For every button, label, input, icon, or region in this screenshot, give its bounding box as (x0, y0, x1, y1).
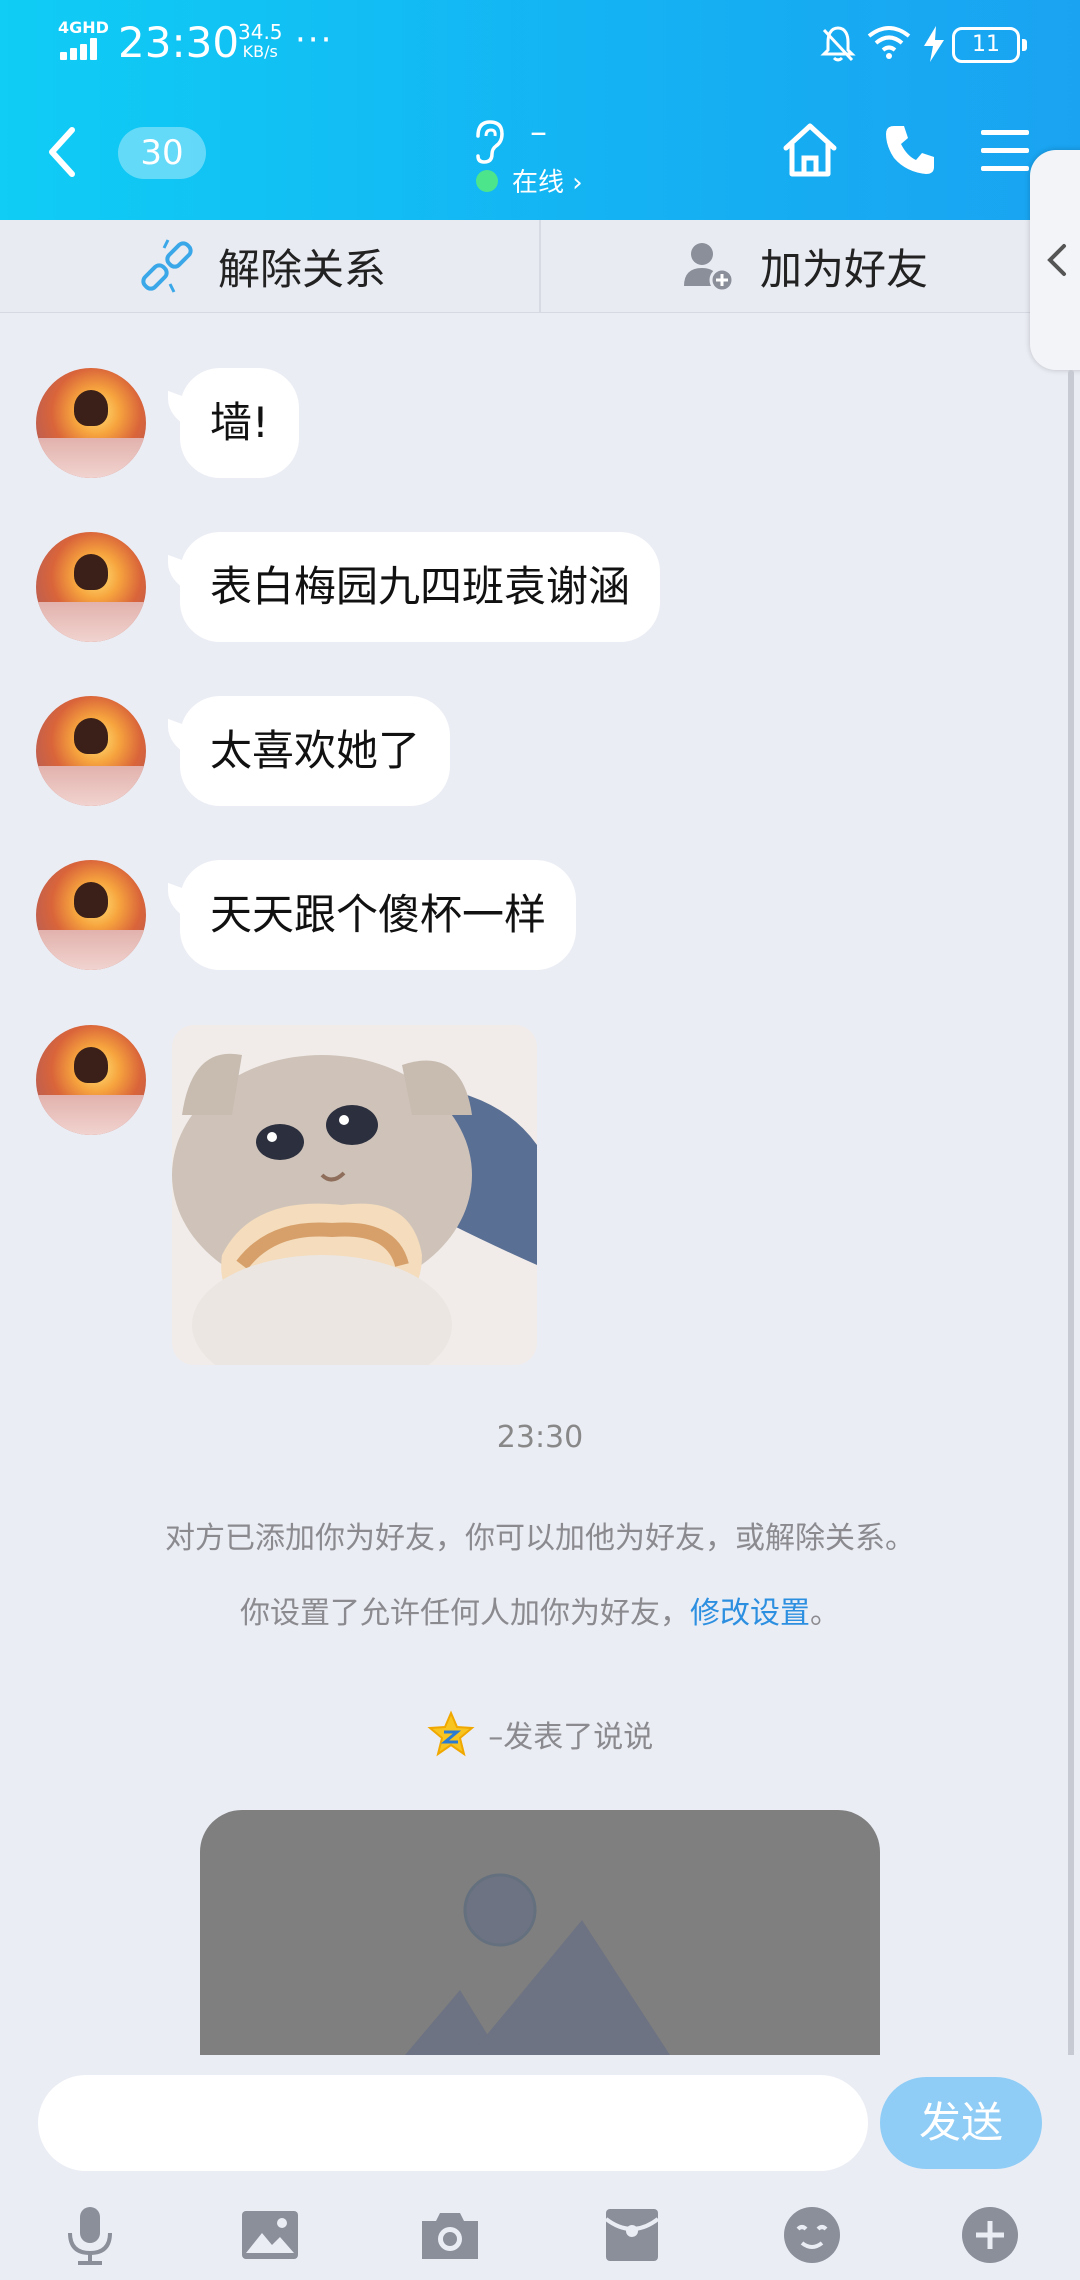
qzone-star-icon (427, 1710, 475, 1757)
sticker-image[interactable] (172, 1025, 537, 1365)
avatar[interactable] (36, 696, 146, 806)
qzone-post-text: –发表了说说 (488, 1720, 654, 1755)
action-divider (539, 220, 541, 312)
input-bar: 发送 (0, 2055, 1080, 2280)
message-bubble[interactable]: 表白梅园九四班袁谢涵 (180, 532, 661, 642)
red-packet-icon[interactable] (600, 2203, 664, 2267)
charging-icon (924, 26, 944, 62)
avatar[interactable] (36, 532, 146, 642)
image-icon[interactable] (238, 2203, 302, 2267)
remove-relation-label: 解除关系 (218, 244, 387, 294)
modify-settings-link[interactable]: 修改设置 (690, 1596, 810, 1631)
system-note-period: 。 (810, 1596, 840, 1631)
back-icon[interactable] (42, 122, 82, 182)
avatar[interactable] (36, 1025, 146, 1135)
avatar[interactable] (36, 368, 146, 478)
system-note: 对方已添加你为好友，你可以加他为好友，或解除关系。 (165, 1521, 915, 1556)
status-time: 23:30 (118, 18, 240, 67)
online-status-dot (476, 170, 498, 192)
status-bar: 4GHD 23:30 34.5 KB/s ··· 11 (0, 0, 1080, 90)
microphone-icon[interactable] (58, 2203, 122, 2267)
avatar[interactable] (36, 860, 146, 970)
message-bubble[interactable]: 天天跟个傻杯一样 (180, 860, 577, 970)
add-friend-icon (684, 243, 735, 293)
message-input[interactable] (38, 2075, 868, 2171)
speed-unit: KB/s (242, 42, 278, 61)
mute-bell-icon (820, 26, 856, 62)
more-notifications-icon: ··· (295, 20, 334, 60)
online-status[interactable]: 在线 › (512, 162, 583, 199)
contact-title[interactable]: – 在线 › (470, 112, 690, 202)
contact-name: – (530, 112, 547, 152)
image-placeholder-icon (405, 1873, 670, 2055)
network-speed: 34.5 KB/s (238, 22, 283, 62)
scrollbar[interactable] (1068, 370, 1074, 2070)
phone-icon[interactable] (880, 120, 940, 180)
add-friend-label: 加为好友 (760, 244, 929, 294)
chevron-left-icon (1047, 244, 1066, 276)
qzone-post-card[interactable] (200, 1810, 880, 2055)
system-note-settings: 你设置了允许任何人加你为好友，修改设置。 (0, 1588, 1080, 1632)
plus-icon[interactable] (958, 2203, 1022, 2267)
chat-header: 4GHD 23:30 34.5 KB/s ··· 11 30 – 在线 › (0, 0, 1080, 220)
emoji-icon[interactable] (780, 2203, 844, 2267)
signal-icon (60, 38, 106, 60)
remove-relation-button[interactable]: 解除关系 (140, 220, 386, 312)
relation-action-bar: 解除关系 加为好友 (0, 220, 1080, 313)
add-friend-button[interactable]: 加为好友 (680, 220, 928, 312)
message-bubble[interactable]: 太喜欢她了 (180, 696, 451, 806)
home-icon[interactable] (780, 120, 840, 180)
menu-icon[interactable] (975, 120, 1035, 180)
qzone-post-notice[interactable]: –发表了说说 (0, 1710, 1080, 1758)
send-button[interactable]: 发送 (880, 2077, 1042, 2169)
ear-mode-icon (476, 120, 504, 164)
side-panel-tab[interactable] (1030, 150, 1080, 370)
battery-icon: 11 (952, 27, 1027, 63)
speed-value: 34.5 (238, 20, 283, 44)
unread-count-badge[interactable]: 30 (118, 127, 206, 179)
system-note-text: 你设置了允许任何人加你为好友， (240, 1596, 690, 1631)
message-bubble[interactable]: 墙! (180, 368, 299, 478)
unlink-icon (141, 239, 193, 293)
message-timestamp: 23:30 (496, 1420, 584, 1455)
network-type: 4GHD (58, 18, 109, 37)
wifi-icon (867, 26, 911, 59)
camera-icon[interactable] (418, 2203, 482, 2267)
